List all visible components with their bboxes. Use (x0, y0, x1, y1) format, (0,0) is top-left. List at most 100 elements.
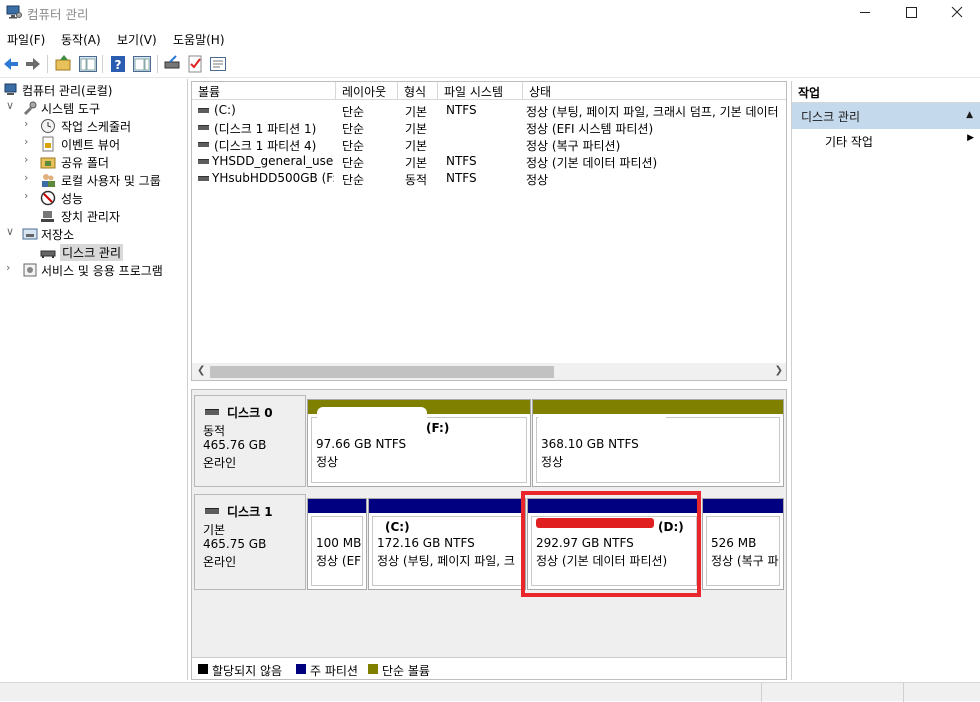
volume-list-header: 볼륨 레이아웃 형식 파일 시스템 상태 (192, 82, 786, 100)
window-title: 컴퓨터 관리 (27, 7, 89, 22)
primary-partition-bar (703, 499, 783, 513)
menu-action[interactable]: 동작(A) (61, 31, 101, 48)
tree-item-performance[interactable]: › 성능 (0, 189, 188, 207)
partition-368gb[interactable]: 368.10 GB NTFS 정상 (532, 399, 784, 487)
partition-status: 정상 (316, 455, 339, 469)
show-hide-action-pane-icon[interactable] (131, 53, 153, 75)
chevron-down-icon[interactable]: ∨ (6, 99, 18, 112)
performance-icon (40, 190, 56, 206)
show-hide-tree-icon[interactable] (77, 53, 99, 75)
column-header-status[interactable]: 상태 (523, 82, 786, 100)
tree-item-services-apps[interactable]: › 서비스 및 응용 프로그램 (0, 261, 188, 279)
partition-efi[interactable]: 100 MB 정상 (EF (307, 498, 367, 590)
column-header-volume[interactable]: 볼륨 (192, 82, 336, 100)
column-header-filesystem[interactable]: 파일 시스템 (438, 82, 523, 100)
column-header-layout[interactable]: 레이아웃 (336, 82, 398, 100)
column-header-type[interactable]: 형식 (398, 82, 438, 100)
disk-drive-icon (205, 409, 219, 415)
tree-label: 시스템 도구 (41, 102, 101, 116)
scrollbar-thumb[interactable] (210, 366, 554, 378)
partition-body: 100 MB 정상 (EF (311, 516, 363, 586)
disk-size: 465.75 GB (203, 537, 267, 551)
status-bar (0, 682, 980, 702)
partition-label: (F:) (426, 421, 450, 435)
toolbar-separator (157, 55, 158, 73)
tree-item-disk-management[interactable]: 디스크 관리 (0, 243, 188, 261)
legend-label-unallocated: 할당되지 않음 (212, 664, 283, 678)
partition-status: 정상 (541, 455, 564, 469)
table-row[interactable]: YHsubHDD500GB (F:) 단순 동적 NTFS 정상 (192, 170, 786, 187)
toolbar-separator (102, 55, 103, 73)
cell-volume: (디스크 1 파티션 4) (214, 139, 317, 153)
partition-label: (C:) (385, 520, 410, 534)
scroll-right-icon[interactable]: ❯ (775, 365, 783, 376)
tree-item-device-manager[interactable]: 장치 관리자 (0, 207, 188, 225)
cell-type: 기본 (405, 105, 428, 119)
chevron-right-icon[interactable]: › (24, 189, 36, 202)
actions-section-disk-management[interactable]: 디스크 관리 ▲ (792, 103, 980, 129)
title-bar: 컴퓨터 관리 (0, 0, 980, 26)
tree-item-task-scheduler[interactable]: › 작업 스케줄러 (0, 117, 188, 135)
properties-icon[interactable] (207, 53, 229, 75)
checklist-icon[interactable] (184, 53, 206, 75)
legend-swatch-primary (296, 664, 306, 674)
cell-status: 정상 (526, 173, 549, 187)
chevron-down-icon[interactable]: ∨ (6, 225, 18, 238)
tree-item-shared-folders[interactable]: › 공유 폴더 (0, 153, 188, 171)
chevron-right-icon[interactable]: › (24, 171, 36, 184)
cell-status: 정상 (EFI 시스템 파티션) (526, 122, 654, 136)
cell-layout: 단순 (342, 173, 365, 187)
highlight-annotation-box (521, 491, 701, 597)
disk-0-label[interactable]: 디스크 0 동적 465.76 GB 온라인 (194, 395, 306, 487)
actions-pane: 작업 디스크 관리 ▲ 기타 작업 ▶ (791, 81, 980, 680)
back-arrow-icon[interactable] (0, 53, 22, 75)
close-icon[interactable] (934, 0, 980, 26)
partition-c[interactable]: (C:) 172.16 GB NTFS 정상 (부팅, 페이지 파일, 크 (368, 498, 526, 590)
menu-file[interactable]: 파일(F) (7, 31, 45, 48)
tree-item-local-users[interactable]: › 로컬 사용자 및 그룹 (0, 171, 188, 189)
tree-label: 서비스 및 응용 프로그램 (41, 264, 163, 278)
tree-item-system-tools[interactable]: ∨ 시스템 도구 (0, 99, 188, 117)
minimize-icon[interactable] (842, 0, 888, 26)
help-icon[interactable]: ? (107, 53, 129, 75)
tree-label: 성능 (61, 192, 84, 206)
horizontal-scrollbar[interactable]: ❮ ❯ (192, 363, 786, 380)
up-folder-icon[interactable] (53, 53, 75, 75)
volume-list: 볼륨 레이아웃 형식 파일 시스템 상태 (C:) 단순 기본 NTFS 정상 … (191, 81, 787, 381)
scroll-left-icon[interactable]: ❮ (197, 365, 205, 376)
disk-1-label[interactable]: 디스크 1 기본 465.75 GB 온라인 (194, 494, 306, 590)
simple-volume-bar (533, 400, 783, 414)
legend-swatch-unallocated (198, 664, 208, 674)
chevron-right-icon[interactable]: › (24, 135, 36, 148)
tree-item-event-viewer[interactable]: › 이벤트 뷰어 (0, 135, 188, 153)
table-row[interactable]: (C:) 단순 기본 NTFS 정상 (부팅, 페이지 파일, 크래시 덤프, … (192, 102, 786, 119)
table-row[interactable]: YHSDD_general_use ... 단순 기본 NTFS 정상 (기본 … (192, 153, 786, 170)
chevron-right-icon[interactable]: › (24, 117, 36, 130)
cell-type: 동적 (405, 173, 428, 187)
menu-view[interactable]: 보기(V) (117, 31, 157, 48)
disk-kind: 동적 (203, 424, 226, 438)
cell-filesystem: NTFS (446, 103, 477, 117)
volume-icon (198, 176, 209, 181)
chevron-right-icon[interactable]: › (24, 153, 36, 166)
tree-item-root[interactable]: 컴퓨터 관리(로컬) (0, 81, 188, 99)
connect-virtual-disk-icon[interactable] (162, 53, 184, 75)
table-row[interactable]: (디스크 1 파티션 1) 단순 기본 정상 (EFI 시스템 파티션) (192, 119, 786, 136)
table-row[interactable]: (디스크 1 파티션 4) 단순 기본 정상 (복구 파티션) (192, 136, 786, 153)
chevron-right-icon[interactable]: › (6, 261, 18, 274)
submenu-arrow-icon[interactable]: ▶ (967, 133, 974, 143)
menu-help[interactable]: 도움말(H) (173, 31, 225, 48)
disk-size: 465.76 GB (203, 438, 267, 452)
collapse-up-icon[interactable]: ▲ (966, 110, 973, 120)
status-segment (761, 683, 762, 702)
maximize-icon[interactable] (888, 0, 934, 26)
tree-item-storage[interactable]: ∨ 저장소 (0, 225, 188, 243)
action-more-actions[interactable]: 기타 작업 (825, 133, 873, 150)
disk-state: 온라인 (203, 456, 237, 470)
status-segment (903, 683, 904, 702)
partition-recovery[interactable]: 526 MB 정상 (복구 파 (702, 498, 784, 590)
partition-body: (C:) 172.16 GB NTFS 정상 (부팅, 페이지 파일, 크 (372, 516, 522, 586)
forward-arrow-icon[interactable] (22, 53, 44, 75)
users-icon (42, 174, 55, 187)
tree-label: 저장소 (41, 228, 75, 242)
